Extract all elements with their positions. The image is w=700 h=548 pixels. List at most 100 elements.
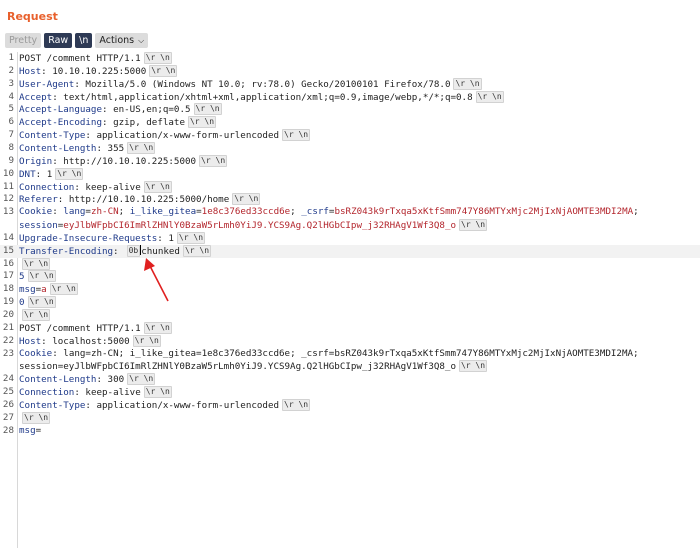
code-line[interactable]: 3 User-Agent: Mozilla/5.0 (Windows NT 10.… — [0, 77, 700, 92]
code-line[interactable]: 21 POST /comment HTTP/1.1 \r \n — [0, 321, 700, 335]
line-number: 17 — [2, 270, 14, 282]
line-content: msg=a \r \n — [19, 283, 78, 297]
header-name: DNT — [19, 168, 36, 180]
line-number: 13 — [2, 206, 14, 218]
header-value: gzip, deflate — [113, 117, 185, 129]
code-line[interactable]: 16 \r \n — [0, 257, 700, 272]
cookie-name: _csrf — [301, 206, 329, 218]
code-line[interactable]: 28 msg= — [0, 425, 700, 438]
pretty-tab[interactable]: Pretty — [5, 32, 42, 48]
code-line[interactable]: 4 Accept: text/html,application/xhtml+xml… — [0, 90, 700, 104]
header-name: Host — [19, 335, 42, 347]
crlf-marker: \r \n — [132, 334, 161, 347]
code-line[interactable]: 25 Connection: keep-alive \r \n — [0, 386, 700, 399]
code-line[interactable]: 22 Host: localhost:5000 \r \n — [0, 334, 700, 349]
code-line[interactable]: 24 Content-Length: 300 \r \n — [0, 373, 700, 386]
line-text: POST /comment HTTP/1.1 — [19, 322, 141, 334]
chunk-size: 5 — [19, 271, 25, 283]
header-sep: : — [52, 347, 64, 359]
code-line[interactable]: 27 \r \n — [0, 411, 700, 425]
line-number: 4 — [8, 90, 14, 102]
code-line[interactable]: session=eyJlbWFpbCI6ImRlZHNlY0BzaW5rLmh0… — [0, 219, 700, 232]
code-line[interactable]: 12 Referer: http://10.10.10.225:5000/home… — [0, 193, 700, 206]
code-line[interactable]: 18 msg=a \r \n — [0, 283, 700, 296]
raw-tab[interactable]: Raw — [44, 32, 73, 48]
line-number: 14 — [2, 231, 14, 243]
crlf-marker: \r \n — [127, 373, 156, 386]
line-content: POST /comment HTTP/1.1 \r \n — [19, 52, 172, 66]
code-line[interactable]: 23 Cookie: lang=zh-CN; i_like_gitea=1e8c3… — [0, 348, 700, 361]
raw-request-editor[interactable]: 1 POST /comment HTTP/1.1 \r \n 2 Host: 10.10… — [0, 52, 700, 548]
code-line[interactable]: 8 Content-Length: 355 \r \n — [0, 141, 700, 155]
code-line[interactable]: session=eyJlbWFpbCI6ImRlZHNlY0BzaW5rLmh0… — [0, 360, 700, 373]
code-line[interactable]: 17 5 \r \n — [0, 270, 700, 283]
line-number: 11 — [2, 180, 14, 192]
cookie-sep: ; — [118, 206, 130, 218]
line-content: \r \n — [19, 309, 51, 323]
param-name: msg — [19, 424, 36, 436]
line-number: 6 — [8, 116, 14, 128]
crlf-marker: \r \n — [27, 270, 56, 283]
crlf-marker: \r \n — [176, 231, 206, 244]
header-value: 300 — [107, 374, 125, 386]
line-number: 27 — [2, 411, 14, 423]
code-line[interactable]: 7 Content-Type: application/x-www-form-ur… — [0, 129, 700, 142]
header-value: application/x-www-form-urlencoded — [96, 130, 280, 142]
line-content: \r \n — [19, 257, 51, 272]
code-line[interactable]: 9 Origin: http://10.10.10.225:5000 \r \n — [0, 154, 700, 169]
crlf-marker: \r \n — [475, 90, 504, 103]
line-number: 10 — [2, 167, 14, 179]
code-line[interactable]: 6 Accept-Encoding: gzip, deflate \r \n — [0, 116, 700, 129]
line-content: User-Agent: Mozilla/5.0 (Windows NT 10.0… — [19, 77, 482, 92]
cookie-name: session — [19, 220, 58, 232]
cookie-value: bsRZ043k9rTxqa5xKtfSmm747Y86MTYxMjc2MjIx… — [334, 206, 634, 218]
header-sep: : — [96, 374, 108, 386]
code-line[interactable]: 5 Accept-Language: en-US,en;q=0.5 \r \n — [0, 103, 700, 116]
crlf-marker: \r \n — [55, 167, 84, 180]
header-name: Content-Type — [19, 399, 86, 411]
code-line[interactable]: 1 POST /comment HTTP/1.1 \r \n — [0, 52, 700, 65]
line-number: 8 — [8, 141, 14, 153]
line-number: 5 — [8, 103, 14, 115]
line-number: 15 — [2, 244, 14, 256]
header-value: application/x-www-form-urlencoded — [96, 399, 280, 411]
code-line[interactable]: 11 Connection: keep-alive \r \n — [0, 180, 700, 195]
line-content: Cookie: lang=zh-CN; i_like_gitea=1e8c376… — [19, 348, 639, 361]
line-number: 23 — [2, 347, 14, 359]
code-line[interactable]: 19 0 \r \n — [0, 296, 700, 309]
line-content: Connection: keep-alive \r \n — [19, 386, 172, 400]
crlf-marker: \r \n — [22, 411, 51, 424]
crlf-marker: \r \n — [282, 129, 311, 142]
header-name: Cookie — [19, 347, 53, 359]
header-sep: : — [96, 142, 108, 154]
crlf-marker: \r \n — [453, 77, 482, 90]
header-name: Content-Length — [19, 142, 97, 154]
header-sep: : — [101, 117, 114, 129]
line-content: Host: localhost:5000 \r \n — [19, 334, 161, 349]
line-content: Origin: http://10.10.10.225:5000 \r \n — [19, 154, 228, 169]
line-content: Connection: keep-alive \r \n — [19, 180, 172, 195]
code-line[interactable]: 2 Host: 10.10.10.225:5000 \r \n — [0, 64, 700, 79]
show-newlines-toggle[interactable]: \n — [75, 32, 93, 48]
header-sep: : — [52, 91, 64, 103]
header-sep: : — [74, 78, 86, 90]
line-content: Content-Type: application/x-www-form-url… — [19, 398, 311, 413]
header-name: Accept — [19, 91, 53, 103]
code-line[interactable]: 14 Upgrade-Insecure-Requests: 1 \r \n — [0, 231, 700, 245]
code-line[interactable]: 20 \r \n — [0, 309, 700, 322]
code-line[interactable]: 15 Transfer-Encoding: 0b chunked \r \n — [0, 244, 700, 258]
line-content: Host: 10.10.10.225:5000 \r \n — [19, 64, 178, 79]
crlf-marker: \r \n — [22, 309, 51, 321]
cookie-value: 1e8c376ed33ccd6e — [201, 206, 291, 218]
actions-dropdown[interactable]: Actions ⌵ — [95, 32, 149, 48]
crlf-marker: \r \n — [143, 386, 172, 399]
code-line[interactable]: 13 Cookie: lang=zh-CN; i_like_gitea=1e8c3… — [0, 206, 700, 219]
header-sep: : — [101, 104, 114, 116]
crlf-marker: \r \n — [22, 257, 51, 270]
line-content: session=eyJlbWFpbCI6ImRlZHNlY0BzaW5rLmh0… — [19, 219, 488, 233]
line-content: Content-Length: 300 \r \n — [19, 373, 156, 387]
code-line[interactable]: 26 Content-Type: application/x-www-form-u… — [0, 398, 700, 413]
code-line[interactable]: 10 DNT: 1 \r \n — [0, 167, 700, 181]
line-number: 24 — [2, 373, 14, 385]
line-content: 0 \r \n — [19, 296, 56, 310]
